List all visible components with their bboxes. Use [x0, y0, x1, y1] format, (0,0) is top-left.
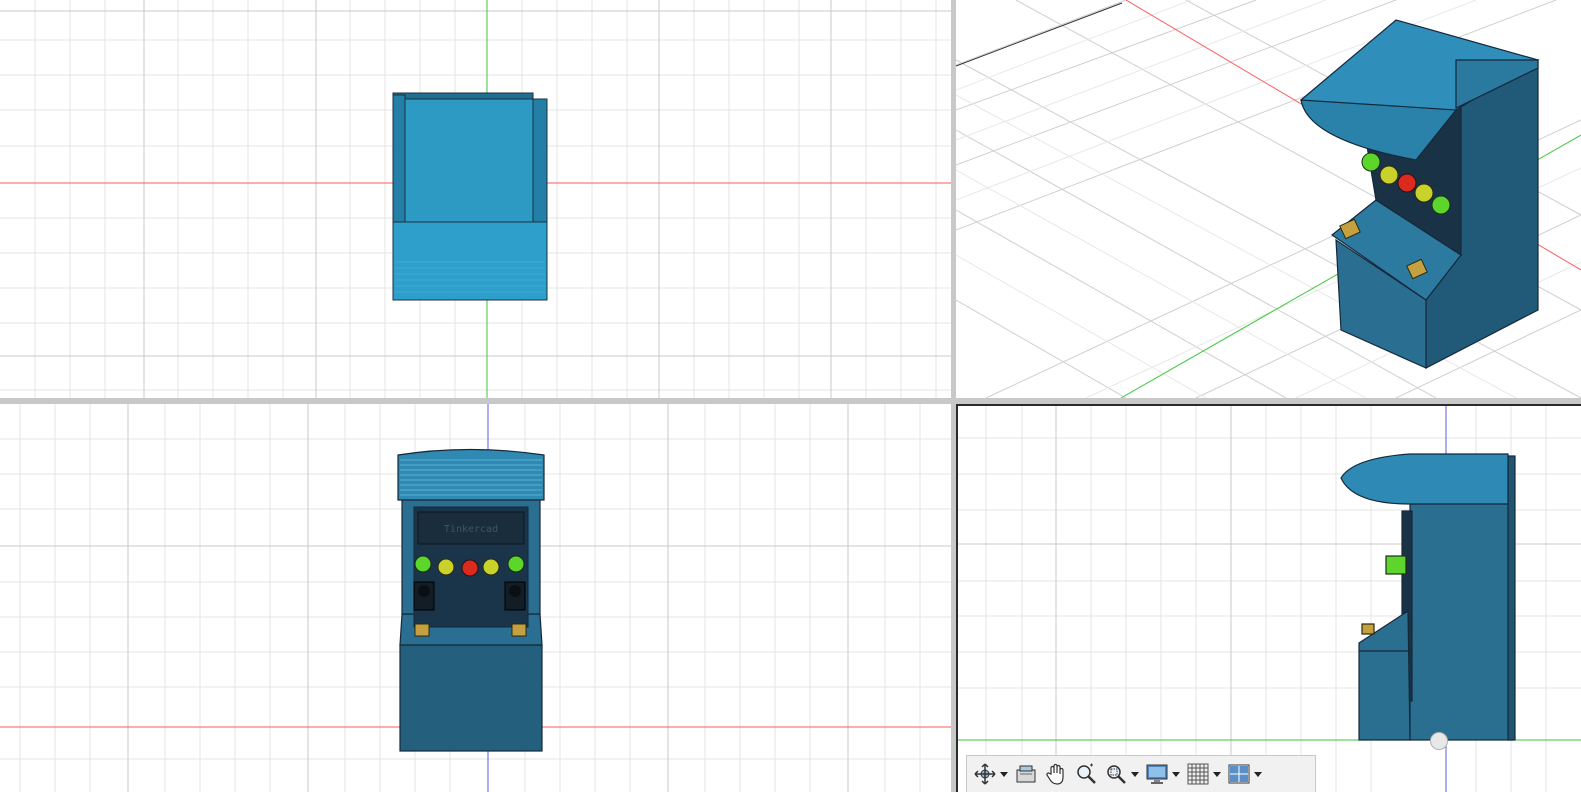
top-viewport[interactable] — [0, 0, 951, 398]
zoom-window-dropdown-icon[interactable] — [1131, 771, 1139, 777]
top-view-canvas — [0, 0, 951, 398]
zoom-tool[interactable] — [1074, 759, 1098, 789]
front-view-canvas: Tinkercad — [0, 404, 951, 792]
button-green — [414, 555, 432, 573]
right-view-canvas — [958, 406, 1581, 792]
grid-settings-tool[interactable] — [1186, 759, 1221, 789]
grid-settings-icon — [1187, 763, 1209, 785]
orbit-dropdown-icon[interactable] — [1000, 771, 1008, 777]
cabinet-top-view[interactable] — [392, 92, 548, 301]
button-yellow — [482, 558, 500, 576]
cabinet-right-view[interactable] — [1340, 453, 1516, 741]
viewports-tool[interactable] — [1227, 759, 1262, 789]
button-yellow — [437, 558, 455, 576]
display-settings-dropdown-icon[interactable] — [1172, 771, 1180, 777]
zoom-window-icon — [1107, 765, 1126, 784]
viewports-dropdown-icon[interactable] — [1254, 771, 1262, 777]
zoom-icon — [1077, 763, 1096, 784]
button-green — [507, 555, 525, 573]
grid-settings-dropdown-icon[interactable] — [1213, 771, 1221, 777]
look-at-tool[interactable] — [1014, 759, 1038, 789]
viewports-icon — [1228, 764, 1250, 784]
orbit-tool[interactable] — [973, 759, 1008, 789]
front-viewport[interactable]: Tinkercad — [0, 404, 951, 792]
look-at-icon — [1016, 765, 1036, 783]
right-viewport[interactable] — [956, 404, 1581, 792]
zoom-window-tool[interactable] — [1104, 759, 1139, 789]
display-settings-icon — [1146, 764, 1168, 784]
perspective-view-canvas — [956, 0, 1581, 398]
orbit-icon — [974, 763, 996, 785]
origin-marker-icon — [1430, 732, 1448, 750]
navigation-toolbar — [966, 755, 1316, 792]
pan-icon — [1046, 763, 1064, 785]
perspective-viewport[interactable] — [956, 0, 1581, 398]
button-red — [461, 559, 479, 577]
pan-tool[interactable] — [1044, 759, 1068, 789]
cabinet-front-view[interactable]: Tinkercad — [397, 448, 545, 752]
marquee-text: Tinkercad — [444, 524, 498, 535]
display-settings-tool[interactable] — [1145, 759, 1180, 789]
